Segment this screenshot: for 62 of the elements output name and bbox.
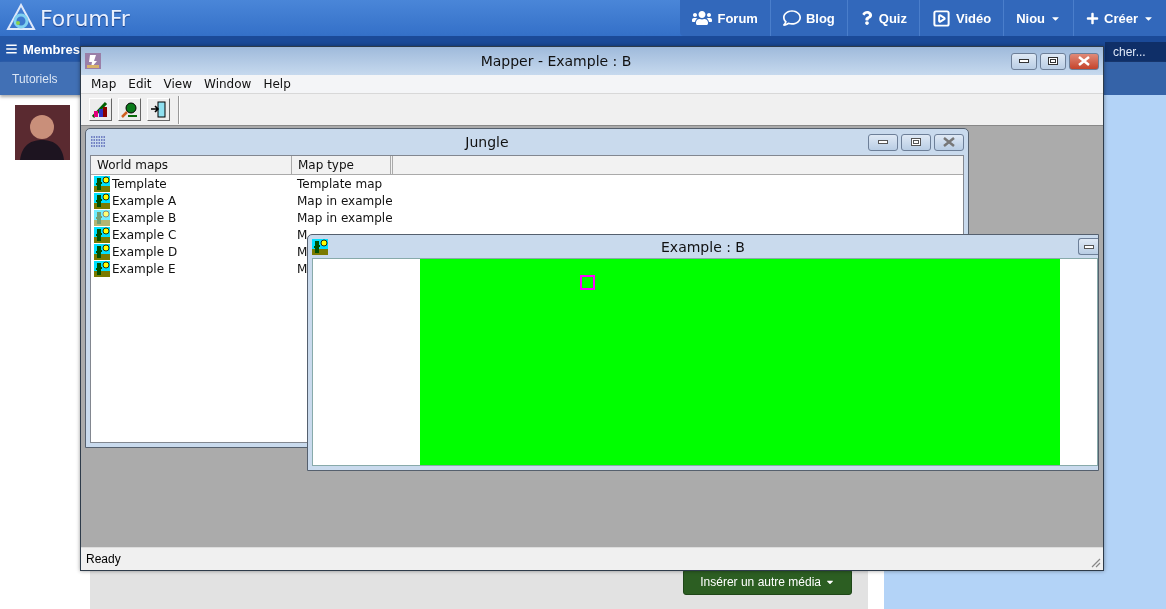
- window-title: Mapper - Example : B: [479, 53, 633, 69]
- door-icon: [150, 101, 167, 118]
- map-icon: [312, 238, 328, 255]
- close-button[interactable]: [934, 133, 964, 151]
- map-name[interactable]: Template: [112, 176, 167, 191]
- close-icon: [1078, 56, 1090, 66]
- speech-bubble-icon: [782, 9, 801, 27]
- toolbar-button[interactable]: [89, 98, 112, 121]
- map-type: Map in example: [296, 193, 393, 208]
- menu-item[interactable]: Edit: [122, 77, 158, 91]
- menu-item[interactable]: View: [157, 77, 199, 91]
- avatar: [15, 105, 70, 160]
- close-button[interactable]: [1069, 52, 1099, 70]
- column-header[interactable]: World maps: [91, 156, 292, 174]
- map-type: M: [296, 244, 308, 259]
- minimize-button[interactable]: [1011, 52, 1037, 70]
- menu-icon: [6, 43, 17, 55]
- play-icon: [931, 8, 951, 28]
- toolbar-button[interactable]: [118, 98, 141, 121]
- status-text: Ready: [86, 552, 121, 566]
- logo-text: ForumFr: [40, 5, 130, 31]
- column-header[interactable]: Map type: [292, 156, 391, 174]
- map-name[interactable]: Example C: [112, 227, 177, 242]
- menu-item[interactable]: Map: [85, 77, 123, 91]
- map-type: Map in example: [296, 210, 393, 225]
- restore-icon: [911, 138, 921, 146]
- magnifier-icon: [121, 101, 138, 118]
- plus-icon: [1086, 11, 1100, 25]
- map-name[interactable]: Example A: [112, 193, 177, 208]
- resize-grip-icon[interactable]: [1089, 556, 1101, 568]
- maximize-button[interactable]: [901, 133, 931, 151]
- window-title: Example : B: [660, 238, 746, 255]
- map-type: M: [296, 261, 308, 276]
- tile-cursor: [580, 275, 595, 290]
- nav-link[interactable]: Forum: [680, 0, 770, 36]
- window-title: Jungle: [463, 134, 510, 150]
- map-name[interactable]: Example B: [112, 210, 177, 225]
- minimize-icon: [1019, 59, 1029, 63]
- close-icon: [943, 137, 955, 147]
- minimize-button[interactable]: [1078, 238, 1098, 255]
- minimize-icon: [1083, 244, 1094, 249]
- list-icon: [90, 136, 106, 148]
- toolbar-button[interactable]: [147, 98, 170, 121]
- site-logo[interactable]: ForumFr: [0, 0, 130, 36]
- app-icon: [85, 53, 101, 69]
- map-name[interactable]: Example E: [112, 261, 176, 276]
- menu-item[interactable]: Window: [198, 77, 258, 91]
- maximize-button[interactable]: [1040, 52, 1066, 70]
- tutorials-tab[interactable]: Tutoriels: [0, 62, 80, 95]
- chart-icon: [92, 101, 109, 118]
- map-type: M: [296, 227, 308, 242]
- map-type: Template map: [296, 176, 383, 191]
- insert-media-button[interactable]: Insérer un autre média: [683, 569, 852, 595]
- members-tab[interactable]: Membres: [0, 36, 80, 62]
- map-name[interactable]: Example D: [112, 244, 178, 259]
- restore-icon: [1048, 57, 1058, 65]
- logo-icon: [6, 3, 36, 33]
- minimize-button[interactable]: [868, 133, 898, 151]
- minimize-icon: [878, 140, 888, 144]
- search-field[interactable]: cher...: [1105, 42, 1166, 62]
- users-icon: [692, 8, 713, 28]
- menu-item[interactable]: Help: [257, 77, 297, 91]
